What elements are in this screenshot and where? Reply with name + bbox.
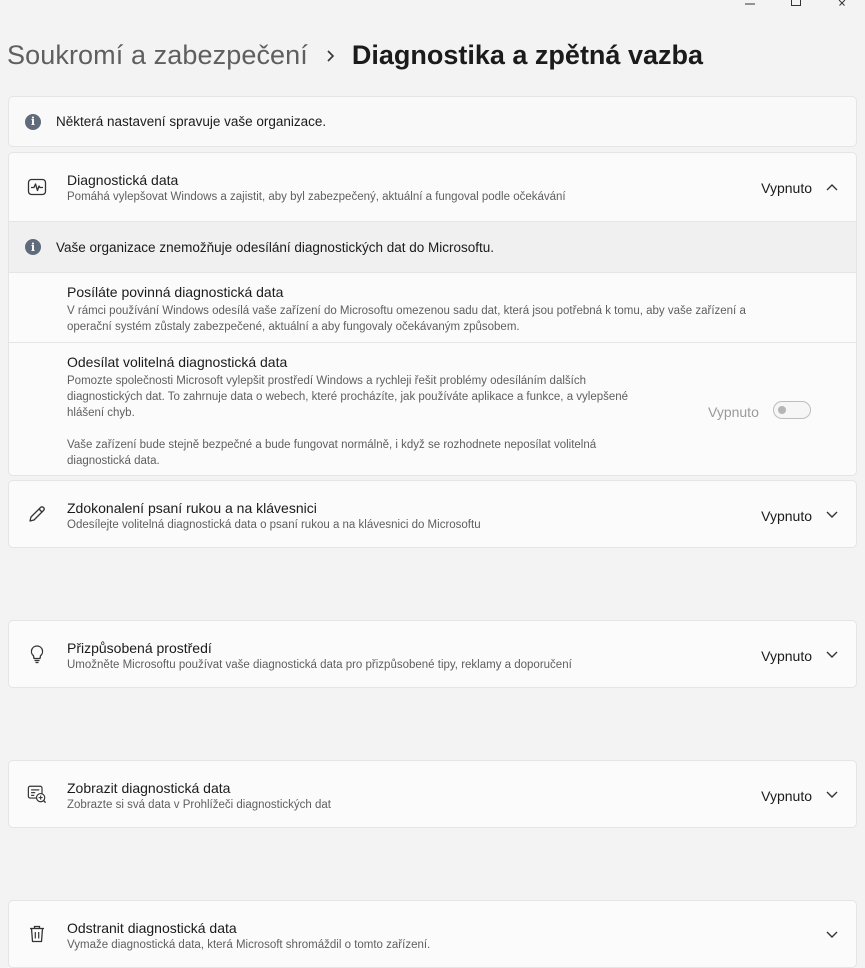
maximize-button[interactable] — [773, 0, 819, 6]
breadcrumb-parent-link[interactable]: Soukromí a zabezpečení — [7, 40, 308, 71]
diagnostic-data-description: Pomáhá vylepšovat Windows a zajistit, ab… — [67, 191, 566, 203]
pen-icon — [27, 504, 47, 524]
info-icon: i — [25, 239, 41, 255]
view-diagnostic-data-value: Vypnuto — [761, 788, 812, 804]
setting-row-delete-diagnostic-data[interactable]: Odstranit diagnostická data Vymaže diagn… — [8, 900, 857, 968]
setting-row-tailored-experiences[interactable]: Přizpůsobená prostředí Umožněte Microsof… — [8, 620, 857, 688]
close-button[interactable] — [819, 0, 865, 6]
optional-data-toggle[interactable] — [773, 401, 811, 419]
diagnostic-data-header[interactable]: Diagnostická data Pomáhá vylepšovat Wind… — [9, 153, 856, 221]
delete-diagnostic-data-description: Vymaže diagnostická data, která Microsof… — [67, 939, 431, 951]
window-controls — [727, 0, 865, 6]
optional-data-title: Odesílat volitelná diagnostická data — [67, 354, 288, 370]
info-icon: i — [25, 113, 41, 130]
org-blocks-notice: i Vaše organizace znemožňuje odesílání d… — [9, 222, 856, 272]
maximize-icon — [791, 0, 801, 6]
view-diagnostic-data-title: Zobrazit diagnostická data — [67, 780, 231, 796]
optional-data-description-line: Pomozte společnosti Microsoft vylepšit p… — [67, 375, 586, 387]
minimize-icon — [745, 3, 755, 5]
lightbulb-icon — [27, 644, 47, 664]
required-data-section: Posíláte povinná diagnostická data V rám… — [67, 284, 856, 335]
optional-data-toggle-label: Vypnuto — [708, 404, 759, 420]
chevron-right-icon — [326, 49, 336, 63]
breadcrumb: Soukromí a zabezpečení Diagnostika a zpě… — [7, 40, 703, 71]
tailored-experiences-text: Přizpůsobená prostředí Umožněte Microsof… — [67, 640, 572, 671]
chevron-up-icon[interactable] — [824, 179, 840, 195]
view-diagnostic-data-description: Zobrazte si svá data v Prohlížeči diagno… — [67, 799, 331, 811]
diagnostic-data-title: Diagnostická data — [67, 172, 179, 188]
setting-row-view-diagnostic-data[interactable]: Zobrazit diagnostická data Zobrazte si s… — [8, 760, 857, 828]
diagnostic-data-card: Diagnostická data Pomáhá vylepšovat Wind… — [8, 152, 857, 476]
tailored-experiences-description: Umožněte Microsoftu používat vaše diagno… — [67, 659, 572, 671]
chevron-down-icon[interactable] — [824, 927, 840, 943]
handwriting-title: Zdokonalení psaní rukou a na klávesnici — [67, 500, 317, 516]
handwriting-description: Odesílejte volitelná diagnostická data o… — [67, 519, 481, 531]
tailored-experiences-value: Vypnuto — [761, 648, 812, 664]
optional-data-note-line: Vaše zařízení bude stejně bezpečné a bud… — [67, 439, 597, 451]
optional-data-note: Vaše zařízení bude stejně bezpečné a bud… — [67, 437, 856, 469]
delete-diagnostic-data-text: Odstranit diagnostická data Vymaže diagn… — [67, 920, 430, 951]
tailored-experiences-title: Přizpůsobená prostředí — [67, 640, 212, 656]
optional-data-note-line: diagnostická data. — [67, 455, 160, 467]
handwriting-text: Zdokonalení psaní rukou a na klávesnici … — [67, 500, 481, 531]
org-notice-bar: i Některá nastavení spravuje vaše organi… — [8, 96, 857, 147]
view-diagnostic-data-text: Zobrazit diagnostická data Zobrazte si s… — [67, 780, 331, 811]
chevron-down-icon[interactable] — [824, 507, 840, 523]
chevron-down-icon[interactable] — [824, 787, 840, 803]
org-blocks-notice-text: Vaše organizace znemožňuje odesílání dia… — [56, 239, 494, 255]
setting-row-handwriting[interactable]: Zdokonalení psaní rukou a na klávesnici … — [8, 480, 857, 548]
data-viewer-icon — [27, 784, 47, 804]
required-data-description: V rámci používání Windows odesílá vaše z… — [67, 303, 856, 335]
delete-diagnostic-data-title: Odstranit diagnostická data — [67, 920, 237, 936]
close-icon — [838, 0, 846, 6]
toggle-knob — [778, 406, 786, 414]
required-data-description-line: operační systém zůstaly zabezpečené, akt… — [67, 321, 520, 333]
required-data-description-line: V rámci používání Windows odesílá vaše z… — [67, 305, 746, 317]
handwriting-value: Vypnuto — [761, 508, 812, 524]
heart-rate-icon — [27, 177, 47, 197]
optional-data-description-line: diagnostických dat. To zahrnuje data o w… — [67, 391, 629, 403]
diagnostic-data-value: Vypnuto — [761, 180, 812, 196]
page-title: Diagnostika a zpětná vazba — [351, 40, 703, 70]
org-notice-text: Některá nastavení spravuje vaše organiza… — [56, 114, 327, 129]
minimize-button[interactable] — [727, 0, 773, 6]
diagnostic-data-text: Diagnostická data Pomáhá vylepšovat Wind… — [67, 172, 566, 203]
required-data-title: Posíláte povinná diagnostická data — [67, 284, 284, 300]
trash-icon — [27, 924, 47, 944]
chevron-down-icon[interactable] — [824, 647, 840, 663]
